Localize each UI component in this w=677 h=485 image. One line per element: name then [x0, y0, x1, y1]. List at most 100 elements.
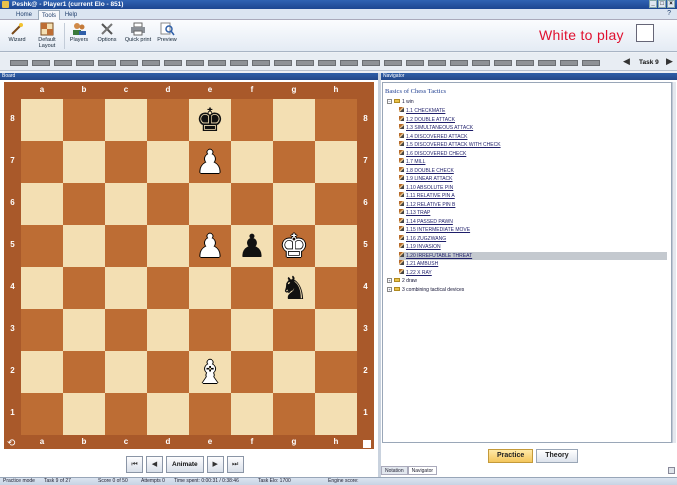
white-pawn-icon[interactable]: ♟	[189, 141, 231, 183]
maximize-button[interactable]: □	[658, 0, 666, 8]
square-b6[interactable]	[63, 183, 105, 225]
task-segment[interactable]	[252, 60, 270, 66]
theory-button[interactable]: Theory	[536, 449, 578, 463]
task-segment[interactable]	[54, 60, 72, 66]
task-segment[interactable]	[76, 60, 94, 66]
square-d2[interactable]	[147, 351, 189, 393]
square-d3[interactable]	[147, 309, 189, 351]
previous-move-button[interactable]: ◀	[146, 456, 163, 473]
tree-item[interactable]: 1.5 DISCOVERED ATTACK WITH CHECK	[399, 141, 667, 149]
square-b3[interactable]	[63, 309, 105, 351]
square-d7[interactable]	[147, 141, 189, 183]
task-segment[interactable]	[164, 60, 182, 66]
square-a8[interactable]	[21, 99, 63, 141]
tree-item[interactable]: 1.19 INVASION	[399, 243, 667, 251]
square-b1[interactable]	[63, 393, 105, 435]
task-segment[interactable]	[538, 60, 556, 66]
practice-button[interactable]: Practice	[488, 449, 534, 463]
white-king-icon[interactable]: ♚	[273, 225, 315, 267]
square-a6[interactable]	[21, 183, 63, 225]
square-f6[interactable]	[231, 183, 273, 225]
expand-icon[interactable]: +	[387, 278, 392, 283]
last-move-button[interactable]: ⏭	[226, 456, 244, 473]
black-knight-icon[interactable]: ♞	[273, 267, 315, 309]
square-h6[interactable]	[315, 183, 357, 225]
square-c4[interactable]	[105, 267, 147, 309]
square-f4[interactable]	[231, 267, 273, 309]
square-c7[interactable]	[105, 141, 147, 183]
white-pawn-icon[interactable]: ♟	[189, 225, 231, 267]
square-f3[interactable]	[231, 309, 273, 351]
square-e6[interactable]	[189, 183, 231, 225]
next-move-button[interactable]: ▶	[206, 456, 224, 473]
next-task-icon[interactable]: ▶	[666, 56, 673, 67]
tree-item[interactable]: 1.10 ABSOLUTE PIN	[399, 183, 667, 192]
tab-notation[interactable]: Notation	[381, 466, 408, 475]
square-c1[interactable]	[105, 393, 147, 435]
help-icon[interactable]: ?	[667, 10, 671, 17]
square-g3[interactable]	[273, 309, 315, 351]
square-d8[interactable]	[147, 99, 189, 141]
square-c8[interactable]	[105, 99, 147, 141]
task-segment[interactable]	[516, 60, 534, 66]
square-g2[interactable]	[273, 351, 315, 393]
tree-item[interactable]: 1.14 PASSED PAWN	[399, 217, 667, 226]
square-f8[interactable]	[231, 99, 273, 141]
square-f7[interactable]	[231, 141, 273, 183]
square-a2[interactable]	[21, 351, 63, 393]
tree-item[interactable]: 1.21 AMBUSH	[399, 260, 667, 268]
quick-print-button[interactable]: Quick print	[123, 22, 153, 50]
task-segment[interactable]	[494, 60, 512, 66]
black-king-icon[interactable]: ♚	[189, 99, 231, 141]
square-b7[interactable]	[63, 141, 105, 183]
square-c6[interactable]	[105, 183, 147, 225]
tree-root-win[interactable]: −1 win	[387, 98, 414, 106]
expand-icon[interactable]: +	[387, 287, 392, 292]
task-segment[interactable]	[362, 60, 380, 66]
square-c5[interactable]	[105, 225, 147, 267]
task-segment[interactable]	[560, 60, 578, 66]
default-layout-button[interactable]: Default Layout	[33, 22, 61, 50]
task-segment[interactable]	[32, 60, 50, 66]
minimize-button[interactable]: _	[649, 0, 657, 8]
square-d5[interactable]	[147, 225, 189, 267]
task-segment[interactable]	[10, 60, 28, 66]
square-c3[interactable]	[105, 309, 147, 351]
tree-item[interactable]: 1.12 RELATIVE PIN B	[399, 200, 667, 209]
square-d6[interactable]	[147, 183, 189, 225]
rotate-board-icon[interactable]: ⟲	[7, 438, 18, 449]
square-e3[interactable]	[189, 309, 231, 351]
wizard-button[interactable]: Wizard	[5, 22, 29, 50]
animate-button[interactable]: Animate	[166, 456, 204, 473]
square-f1[interactable]	[231, 393, 273, 435]
task-segment[interactable]	[318, 60, 336, 66]
tab-navigator[interactable]: Navigator	[407, 466, 438, 475]
task-segment[interactable]	[208, 60, 226, 66]
task-segment[interactable]	[384, 60, 402, 66]
square-b4[interactable]	[63, 267, 105, 309]
tree-item[interactable]: 1.9 LINEAR ATTACK	[399, 175, 667, 183]
task-segment[interactable]	[230, 60, 248, 66]
square-c2[interactable]	[105, 351, 147, 393]
vertical-scrollbar[interactable]	[672, 82, 676, 443]
tree-item[interactable]: 1.16 ZUGZWANG	[399, 234, 667, 243]
task-segment[interactable]	[274, 60, 292, 66]
task-segment[interactable]	[428, 60, 446, 66]
tree-item[interactable]: 1.6 DISCOVERED CHECK	[399, 149, 667, 158]
close-button[interactable]: ×	[667, 0, 675, 8]
square-g1[interactable]	[273, 393, 315, 435]
square-e4[interactable]	[189, 267, 231, 309]
preview-button[interactable]: Preview	[155, 22, 179, 50]
tree-item[interactable]: 1.8 DOUBLE CHECK	[399, 166, 667, 175]
tab-help[interactable]: Help	[62, 10, 80, 20]
tree-item[interactable]: 1.2 DOUBLE ATTACK	[399, 115, 667, 124]
square-h7[interactable]	[315, 141, 357, 183]
task-segment[interactable]	[186, 60, 204, 66]
players-button[interactable]: Players	[67, 22, 91, 50]
square-h8[interactable]	[315, 99, 357, 141]
square-e1[interactable]	[189, 393, 231, 435]
tree-item[interactable]: 1.13 TRAP	[399, 209, 667, 217]
square-h2[interactable]	[315, 351, 357, 393]
task-segment[interactable]	[450, 60, 468, 66]
tree-item[interactable]: 1.7 MILL	[399, 158, 667, 166]
